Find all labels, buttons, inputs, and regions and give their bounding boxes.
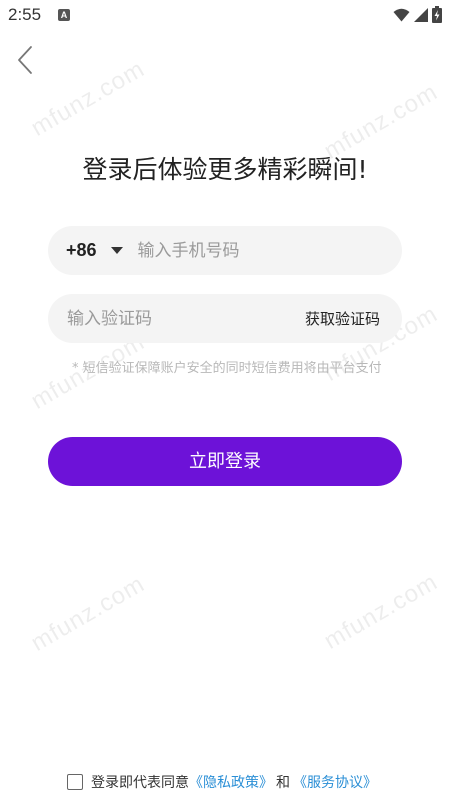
country-code-selector[interactable]: +86 (66, 240, 97, 261)
notification-a-icon: A (58, 9, 70, 21)
back-button[interactable] (12, 42, 42, 78)
service-agreement-link[interactable]: 《服务协议》 (293, 772, 377, 792)
watermark: mfunz.com (26, 570, 150, 657)
sms-hint-text: * 短信验证保障账户安全的同时短信费用将由平台支付 (72, 361, 382, 376)
chevron-left-icon (18, 46, 32, 74)
watermark: mfunz.com (26, 55, 150, 142)
page-title: 登录后体验更多精彩瞬间! (82, 155, 368, 184)
status-indicators (393, 6, 442, 23)
verification-code-field: 获取验证码 (48, 294, 402, 343)
privacy-policy-link[interactable]: 《隐私政策》 (189, 772, 273, 792)
wifi-icon (393, 8, 410, 21)
get-code-button[interactable]: 获取验证码 (305, 308, 380, 329)
login-button[interactable]: 立即登录 (48, 437, 402, 486)
phone-field: +86 (48, 226, 402, 275)
verification-code-input[interactable] (67, 308, 305, 329)
status-time: 2:55 (8, 5, 42, 24)
agreement-prefix: 登录即代表同意 (91, 775, 189, 791)
battery-charging-icon (432, 6, 442, 23)
agreement-checkbox[interactable] (67, 774, 83, 790)
agreement-row: 登录即代表同意 《隐私政策》 和 《服务协议》 (67, 772, 377, 792)
watermark: mfunz.com (319, 568, 443, 655)
signal-icon (414, 7, 428, 22)
status-bar: 2:55 A (0, 0, 450, 32)
agreement-and: 和 (276, 775, 290, 791)
phone-input[interactable] (137, 240, 358, 261)
caret-down-icon[interactable] (110, 247, 123, 254)
